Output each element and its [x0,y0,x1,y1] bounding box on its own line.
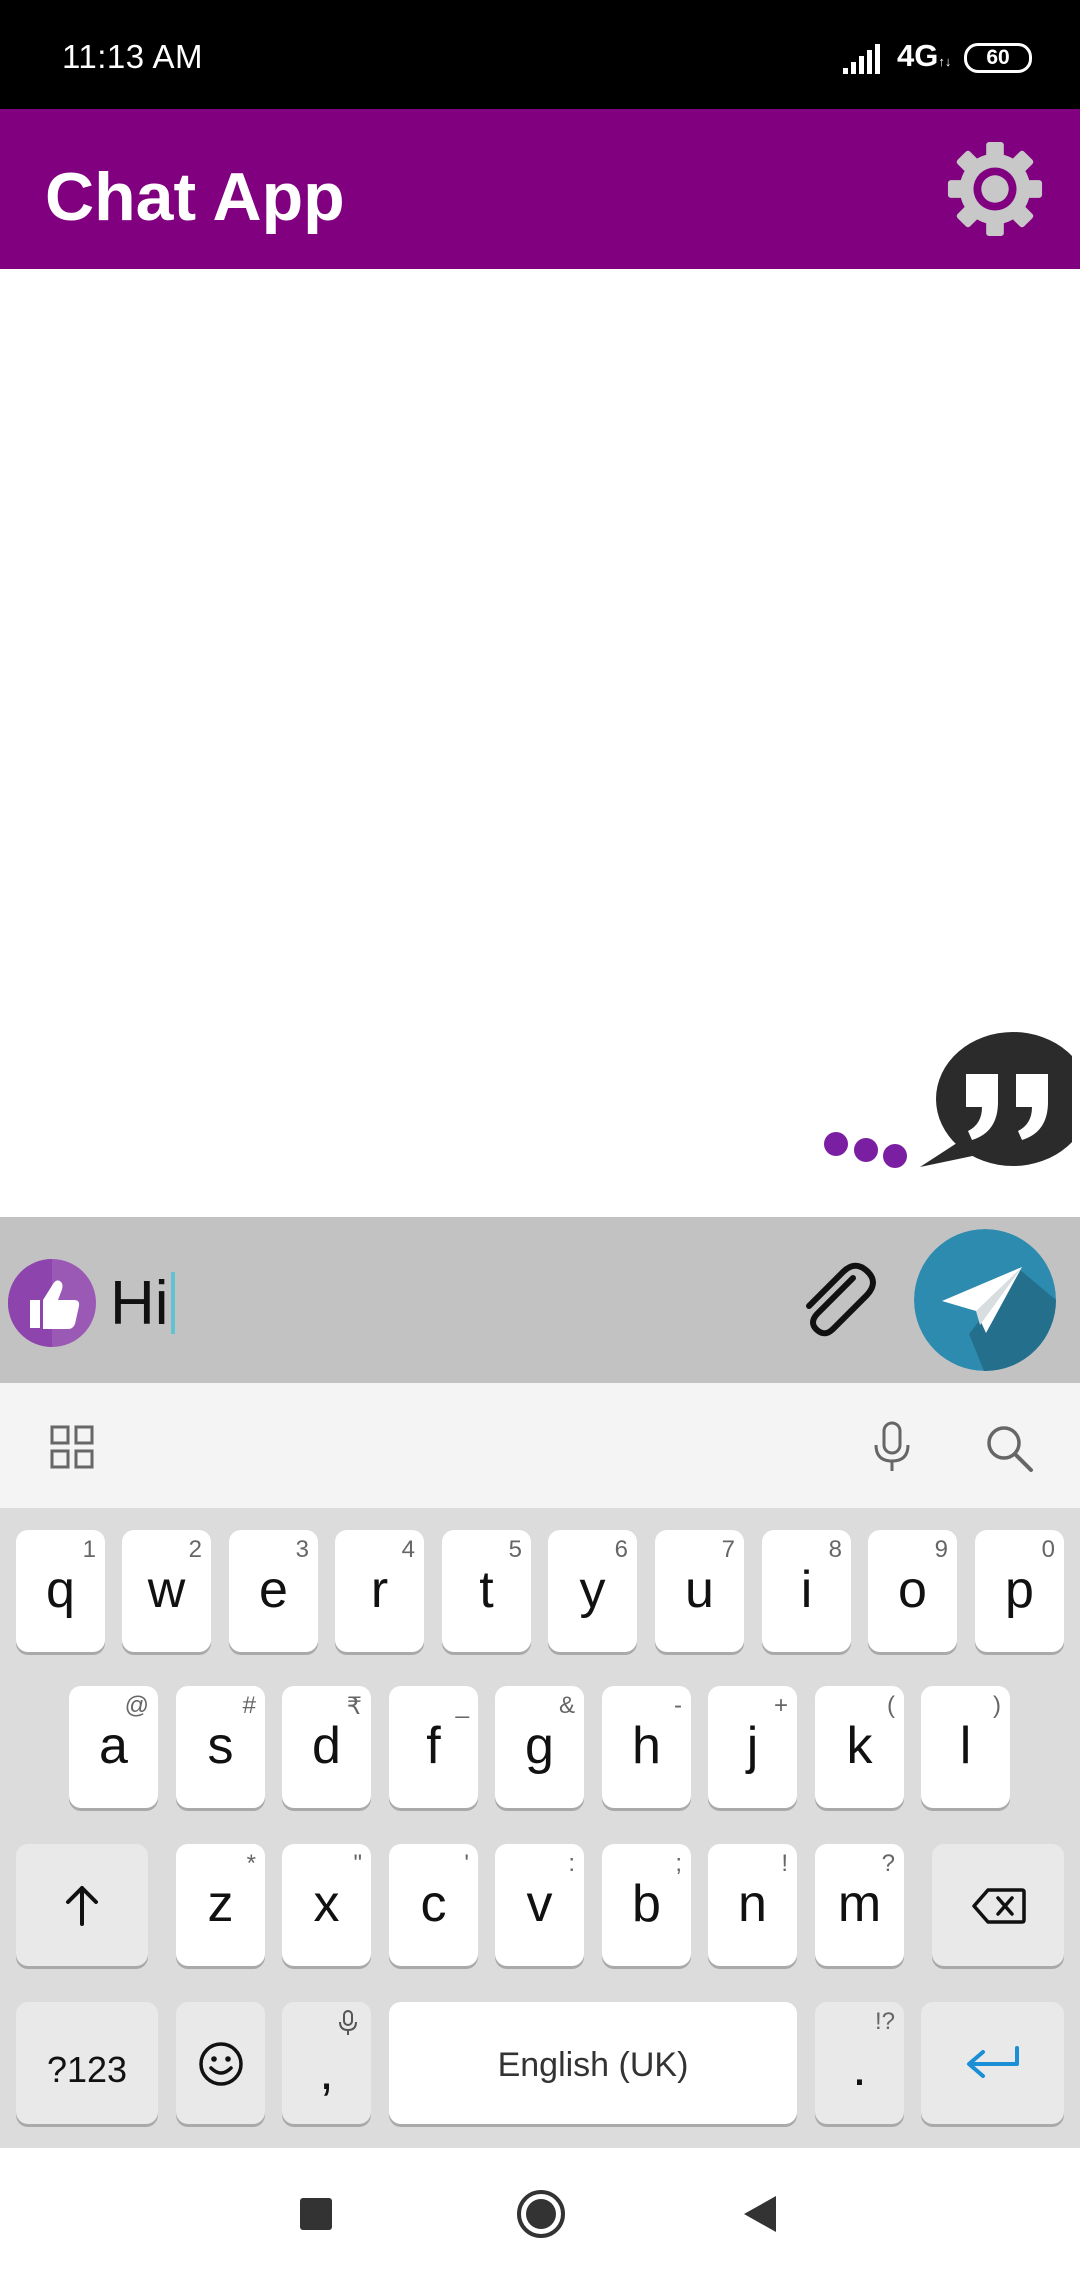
key-q[interactable]: 1q [16,1530,105,1652]
chat-area [0,269,1080,1217]
key-k[interactable]: (k [815,1686,904,1808]
key-a[interactable]: @ a [69,1686,158,1808]
emoji-key[interactable] [176,2002,265,2124]
navigation-bar [0,2148,1080,2280]
enter-key[interactable] [921,2002,1064,2124]
typing-indicator-icon [824,1032,1072,1168]
key-z[interactable]: * z [176,1844,265,1966]
back-triangle-icon[interactable] [742,2194,778,2234]
smiley-icon [199,2042,243,2086]
key-m[interactable]: ? m [815,1844,904,1966]
chat-app-screen: 11:13 AM 4G↑↓ 60 Chat App Hi 1 q 2 w 3 e… [0,0,1080,2280]
key-v[interactable]: :v [495,1844,584,1966]
key-r[interactable]: 4r [335,1530,424,1652]
key-s[interactable]: # s [176,1686,265,1808]
backspace-key[interactable] [932,1844,1064,1966]
app-bar: Chat App [0,109,1080,269]
mic-hint-icon [339,2010,357,2035]
battery-icon: 60 [964,43,1032,73]
shift-arrow-icon [66,1886,98,1926]
paper-plane-icon [914,1229,1056,1371]
key-e[interactable]: 3e [229,1530,318,1652]
comma-key[interactable]: , [282,2002,371,2124]
key-n[interactable]: ! n [708,1844,797,1966]
key-x[interactable]: " x [282,1844,371,1966]
symbols-key[interactable]: ?123 [16,2002,158,2124]
paperclip-icon[interactable] [795,1260,881,1346]
key-u[interactable]: 7u [655,1530,744,1652]
home-circle-icon[interactable] [516,2189,566,2239]
network-type: 4G↑↓ [897,38,952,73]
app-title: Chat App [45,159,345,235]
shift-key[interactable] [16,1844,148,1966]
text-cursor [170,1272,175,1334]
status-bar: 11:13 AM 4G↑↓ 60 [0,0,1080,109]
period-key[interactable]: !?. [815,2002,904,2124]
key-t[interactable]: 5t [442,1530,531,1652]
key-y[interactable]: 6y [548,1530,637,1652]
message-input[interactable]: Hi [110,1259,770,1349]
message-input-text: Hi [110,1269,169,1338]
space-key[interactable]: English (UK) [389,2002,797,2124]
key-l[interactable]: ) l [921,1686,1010,1808]
key-o[interactable]: 9o [868,1530,957,1652]
key-f[interactable]: _ f [389,1686,478,1808]
message-composer: Hi [0,1217,1080,1383]
key-b[interactable]: ; b [602,1844,691,1966]
thumbs-up-icon[interactable] [7,1258,97,1348]
signal-icon [843,44,880,74]
search-icon[interactable] [984,1423,1034,1473]
key-c[interactable]: ' c [389,1844,478,1966]
key-p[interactable]: 0p [975,1530,1064,1652]
keyboard: 1q 2w 3e 4r 5t 6y 7u 8i 9o 0p @ a # s ₹ d _… [0,1508,1080,2148]
key-i[interactable]: 8i [762,1530,851,1652]
microphone-icon[interactable] [870,1421,914,1473]
key-j[interactable]: + j [708,1686,797,1808]
gear-icon[interactable] [946,140,1044,238]
status-time: 11:13 AM [62,38,203,75]
enter-arrow-icon [967,2046,1019,2078]
key-w[interactable]: 2w [122,1530,211,1652]
recents-square-icon[interactable] [298,2196,334,2232]
apps-grid-icon[interactable] [50,1425,94,1469]
key-d[interactable]: ₹ d [282,1686,371,1808]
key-g[interactable]: & g [495,1686,584,1808]
key-h[interactable]: -h [602,1686,691,1808]
backspace-icon [972,1888,1026,1924]
keyboard-toolbar [0,1383,1080,1508]
send-button[interactable] [914,1229,1056,1371]
